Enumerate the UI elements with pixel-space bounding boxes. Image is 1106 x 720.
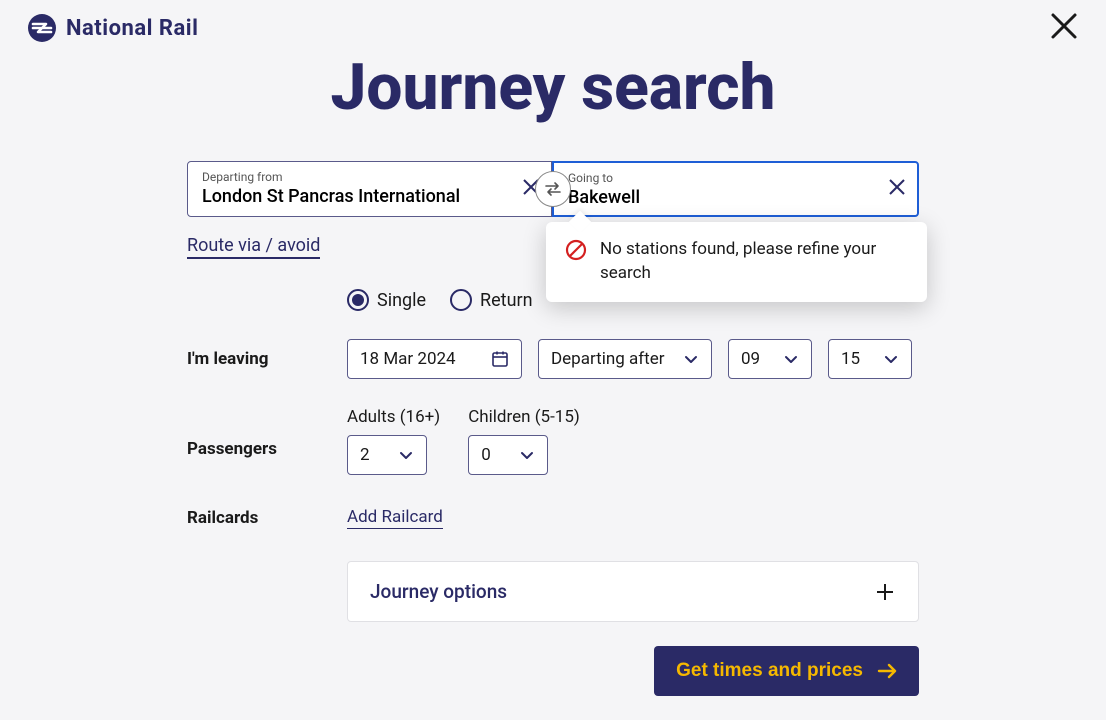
prohibited-icon — [564, 238, 588, 262]
close-button[interactable] — [1050, 12, 1078, 44]
no-results-popover: No stations found, please refine your se… — [546, 222, 927, 302]
chevron-down-icon — [398, 447, 414, 463]
hour-select[interactable]: 09 — [728, 339, 812, 379]
to-field[interactable]: Going to — [552, 161, 919, 217]
chevron-down-icon — [883, 351, 899, 367]
brand-logo[interactable]: National Rail — [28, 14, 198, 42]
get-times-prices-button[interactable]: Get times and prices — [654, 646, 919, 696]
date-picker[interactable]: 18 Mar 2024 — [347, 339, 522, 379]
station-inputs: Departing from Going to — [187, 161, 919, 217]
minute-value: 15 — [841, 349, 860, 369]
brand-text: National Rail — [66, 16, 198, 41]
from-input[interactable] — [202, 186, 507, 207]
children-value: 0 — [481, 445, 491, 465]
calendar-icon — [491, 350, 509, 368]
children-label: Children (5-15) — [468, 407, 580, 427]
railcards-label: Railcards — [187, 508, 347, 528]
radio-return-label: Return — [480, 290, 533, 311]
close-icon — [887, 177, 907, 197]
adults-value: 2 — [360, 445, 370, 465]
radio-single[interactable]: Single — [347, 289, 426, 311]
journey-options-label: Journey options — [370, 580, 507, 603]
adults-select[interactable]: 2 — [347, 435, 427, 475]
hour-value: 09 — [741, 349, 760, 369]
cta-label: Get times and prices — [676, 660, 863, 682]
arrow-right-icon — [877, 661, 897, 681]
depart-mode-select[interactable]: Departing after — [538, 339, 712, 379]
chevron-down-icon — [783, 351, 799, 367]
to-input[interactable] — [568, 187, 873, 208]
radio-icon — [450, 289, 472, 311]
from-field[interactable]: Departing from — [187, 161, 552, 217]
radio-return[interactable]: Return — [450, 289, 533, 311]
swap-icon — [543, 179, 563, 199]
page-title: Journey search — [0, 50, 1106, 125]
radio-icon — [347, 289, 369, 311]
radio-single-label: Single — [377, 290, 426, 311]
depart-mode-value: Departing after — [551, 349, 664, 369]
journey-options-toggle[interactable]: Journey options — [347, 561, 919, 622]
children-select[interactable]: 0 — [468, 435, 548, 475]
to-label: Going to — [568, 171, 873, 185]
plus-icon — [874, 581, 896, 603]
route-via-avoid-link[interactable]: Route via / avoid — [187, 235, 320, 259]
add-railcard-link[interactable]: Add Railcard — [347, 507, 443, 529]
clear-to-button[interactable] — [887, 177, 907, 201]
national-rail-icon — [28, 14, 56, 42]
no-results-message: No stations found, please refine your se… — [600, 238, 909, 286]
swap-stations-button[interactable] — [535, 171, 571, 207]
adults-label: Adults (16+) — [347, 407, 440, 427]
minute-select[interactable]: 15 — [828, 339, 912, 379]
chevron-down-icon — [683, 351, 699, 367]
leaving-label: I'm leaving — [187, 349, 347, 369]
from-label: Departing from — [202, 170, 507, 184]
close-icon — [1050, 12, 1078, 40]
date-value: 18 Mar 2024 — [360, 349, 456, 369]
passengers-label: Passengers — [187, 407, 347, 459]
chevron-down-icon — [519, 447, 535, 463]
